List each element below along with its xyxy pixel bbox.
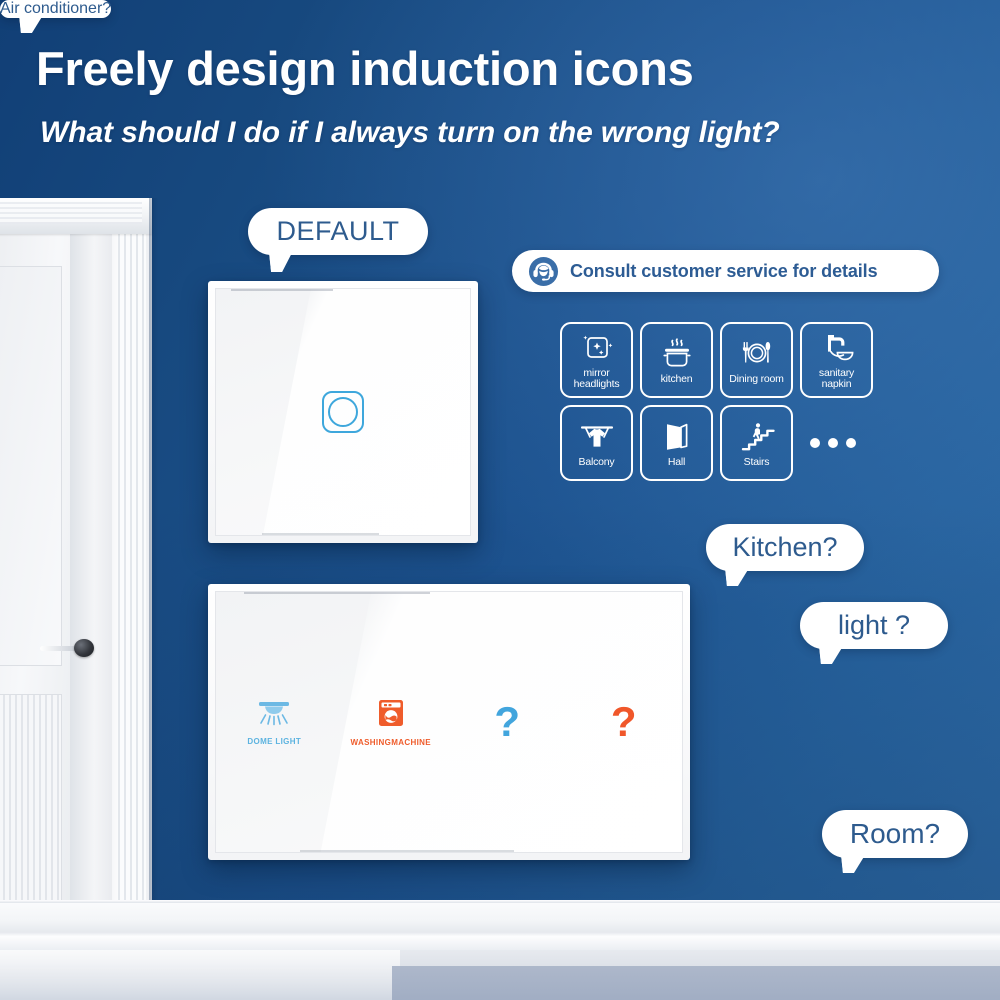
bubble-air-conditioner: Air conditioner? (0, 0, 112, 18)
mirror-sparkle-icon (579, 331, 615, 365)
icon-card-stairs[interactable]: Stairs (720, 405, 793, 481)
page-title: Freely design induction icons (36, 42, 694, 95)
icon-card-mirror-headlights[interactable]: mirror headlights (560, 322, 633, 398)
floor-rug (392, 966, 1000, 1000)
faucet-basin-icon (819, 331, 855, 365)
door-edge-shadow (149, 198, 158, 968)
ellipsis-dot (828, 438, 838, 448)
door-jamb-flutes (118, 230, 146, 942)
plate-cutlery-icon (738, 337, 776, 371)
question-mark-icon: ? (610, 698, 637, 745)
clothesline-icon (578, 420, 616, 454)
touch-button-circle-icon[interactable] (322, 391, 364, 433)
panel-icon-row: DOME LIGHT WASHINGMACHINE ? ? (216, 592, 682, 852)
icon-card-dining-room[interactable]: Dining room (720, 322, 793, 398)
switch-panel-default[interactable] (208, 281, 478, 543)
icon-card-label: Dining room (729, 372, 784, 385)
icon-card-label: sanitary napkin (818, 367, 855, 390)
more-icons-ellipsis[interactable] (800, 405, 856, 481)
door-upper-panel (0, 266, 62, 666)
ellipsis-dot (810, 438, 820, 448)
glass-highlight (259, 289, 470, 535)
panel-slot-washing-machine[interactable]: WASHINGMACHINE (333, 698, 450, 747)
icon-card-label: Hall (667, 455, 686, 468)
person-stairs-icon (739, 420, 775, 454)
question-mark-icon: ? (494, 698, 521, 745)
switch-panel-custom[interactable]: DOME LIGHT WASHINGMACHINE ? ? (208, 584, 690, 860)
switch-bezel-bottom (261, 533, 379, 535)
icon-grid-row-1: mirror headlights kitchen Dining room sa… (560, 322, 960, 398)
door-reveal (70, 232, 114, 966)
floor-gloss (0, 950, 400, 1000)
door-handle-icon (74, 639, 94, 657)
room-door (0, 198, 166, 968)
consult-banner-text: Consult customer service for details (570, 260, 878, 281)
washing-machine-icon (376, 698, 406, 733)
wall-baseboard (0, 900, 1000, 952)
page-subtitle: What should I do if I always turn on the… (40, 116, 780, 149)
switch-bezel-top (231, 289, 333, 291)
icon-card-label: Balcony (578, 455, 615, 468)
panel-slot-unassigned-1[interactable]: ? (449, 701, 566, 743)
consult-customer-service-banner[interactable]: Consult customer service for details (512, 250, 939, 292)
ellipsis-dot (846, 438, 856, 448)
door-header-flutes (0, 202, 142, 224)
panel-slot-label: WASHINGMACHINE (350, 737, 431, 747)
door-header-trim (0, 198, 152, 234)
bubble-room: Room? (822, 810, 968, 858)
icon-grid-row-2: Balcony Hall Stairs (560, 405, 960, 481)
bubble-light: light ? (800, 602, 948, 649)
product-scene: Freely design induction icons What shoul… (0, 0, 1000, 1000)
open-door-icon (661, 420, 693, 454)
switch-face: DOME LIGHT WASHINGMACHINE ? ? (215, 591, 683, 853)
icon-card-label: mirror headlights (573, 367, 620, 390)
panel-slot-unassigned-2[interactable]: ? (566, 701, 683, 743)
scene-icon-grid: mirror headlights kitchen Dining room sa… (560, 322, 960, 488)
bubble-kitchen: Kitchen? (706, 524, 864, 571)
cooking-pot-icon (659, 337, 695, 371)
baseboard-top-edge (0, 900, 1000, 903)
icon-card-sanitary-napkin[interactable]: sanitary napkin (800, 322, 873, 398)
switch-face (215, 288, 471, 536)
headset-support-icon (528, 256, 559, 287)
header: Freely design induction icons What shoul… (0, 0, 1000, 168)
icon-card-hall[interactable]: Hall (640, 405, 713, 481)
dome-light-icon (254, 699, 294, 732)
panel-slot-label: DOME LIGHT (247, 736, 302, 746)
panel-slot-dome-light[interactable]: DOME LIGHT (216, 699, 333, 746)
icon-card-label: kitchen (660, 372, 693, 385)
icon-card-kitchen[interactable]: kitchen (640, 322, 713, 398)
door-handle-plate (40, 646, 76, 651)
icon-card-balcony[interactable]: Balcony (560, 405, 633, 481)
badge-default: DEFAULT (248, 208, 428, 255)
icon-card-label: Stairs (743, 455, 770, 468)
